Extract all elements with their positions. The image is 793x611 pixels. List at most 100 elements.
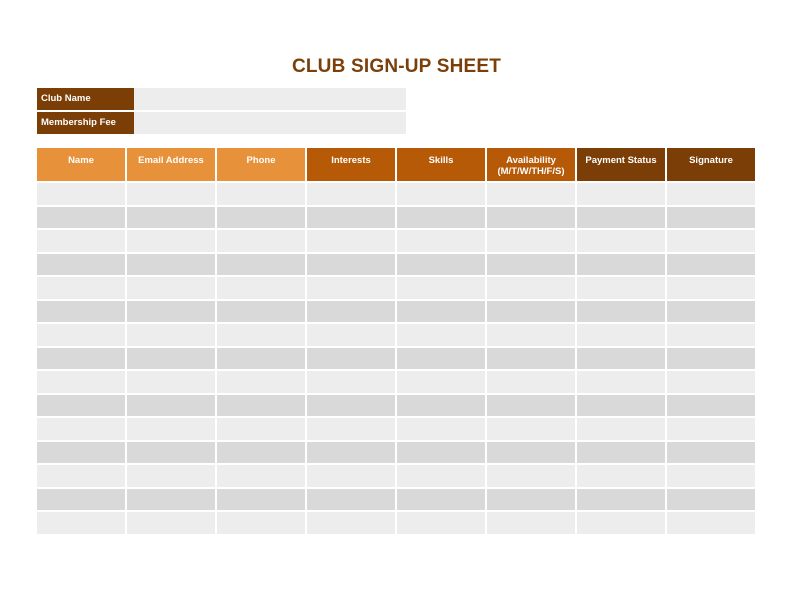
table-cell-availability[interactable] [487,183,575,205]
table-cell-email-address[interactable] [127,277,215,299]
table-cell-payment-status[interactable] [577,465,665,487]
table-cell-interests[interactable] [307,488,395,510]
table-cell-email-address[interactable] [127,441,215,463]
table-cell-email-address[interactable] [127,488,215,510]
table-cell-signature[interactable] [667,253,755,275]
table-cell-availability[interactable] [487,465,575,487]
table-cell-signature[interactable] [667,512,755,534]
table-cell-interests[interactable] [307,277,395,299]
table-cell-skills[interactable] [397,371,485,393]
table-cell-availability[interactable] [487,394,575,416]
table-cell-phone[interactable] [217,441,305,463]
table-cell-payment-status[interactable] [577,206,665,228]
table-cell-availability[interactable] [487,347,575,369]
table-cell-skills[interactable] [397,488,485,510]
table-cell-skills[interactable] [397,324,485,346]
membership-fee-field[interactable] [134,112,406,134]
table-cell-skills[interactable] [397,230,485,252]
table-cell-email-address[interactable] [127,394,215,416]
table-cell-availability[interactable] [487,488,575,510]
table-cell-payment-status[interactable] [577,230,665,252]
table-cell-interests[interactable] [307,253,395,275]
table-cell-email-address[interactable] [127,465,215,487]
table-cell-name[interactable] [37,441,125,463]
table-cell-availability[interactable] [487,206,575,228]
table-cell-skills[interactable] [397,183,485,205]
table-cell-payment-status[interactable] [577,300,665,322]
table-cell-phone[interactable] [217,183,305,205]
table-cell-signature[interactable] [667,371,755,393]
club-name-field[interactable] [134,88,406,110]
table-cell-signature[interactable] [667,206,755,228]
table-cell-availability[interactable] [487,230,575,252]
table-cell-interests[interactable] [307,465,395,487]
table-cell-availability[interactable] [487,277,575,299]
table-cell-skills[interactable] [397,206,485,228]
table-cell-interests[interactable] [307,324,395,346]
table-cell-email-address[interactable] [127,371,215,393]
table-cell-payment-status[interactable] [577,394,665,416]
table-cell-payment-status[interactable] [577,371,665,393]
table-cell-signature[interactable] [667,324,755,346]
table-cell-payment-status[interactable] [577,324,665,346]
table-cell-payment-status[interactable] [577,347,665,369]
table-cell-signature[interactable] [667,230,755,252]
table-cell-phone[interactable] [217,371,305,393]
table-cell-name[interactable] [37,324,125,346]
table-cell-payment-status[interactable] [577,512,665,534]
table-cell-payment-status[interactable] [577,253,665,275]
table-cell-phone[interactable] [217,465,305,487]
table-cell-payment-status[interactable] [577,183,665,205]
table-cell-skills[interactable] [397,512,485,534]
table-cell-name[interactable] [37,371,125,393]
table-cell-phone[interactable] [217,230,305,252]
table-cell-interests[interactable] [307,512,395,534]
table-cell-availability[interactable] [487,300,575,322]
table-cell-interests[interactable] [307,394,395,416]
table-cell-phone[interactable] [217,512,305,534]
table-cell-skills[interactable] [397,253,485,275]
table-cell-phone[interactable] [217,253,305,275]
table-cell-phone[interactable] [217,206,305,228]
table-cell-name[interactable] [37,206,125,228]
table-cell-interests[interactable] [307,347,395,369]
table-cell-skills[interactable] [397,465,485,487]
table-cell-interests[interactable] [307,371,395,393]
table-cell-availability[interactable] [487,512,575,534]
table-cell-email-address[interactable] [127,206,215,228]
table-cell-phone[interactable] [217,394,305,416]
table-cell-interests[interactable] [307,206,395,228]
table-cell-email-address[interactable] [127,230,215,252]
table-cell-signature[interactable] [667,465,755,487]
table-cell-phone[interactable] [217,300,305,322]
table-cell-skills[interactable] [397,441,485,463]
table-cell-name[interactable] [37,183,125,205]
table-cell-interests[interactable] [307,441,395,463]
table-cell-signature[interactable] [667,394,755,416]
table-cell-interests[interactable] [307,230,395,252]
table-cell-name[interactable] [37,465,125,487]
table-cell-payment-status[interactable] [577,488,665,510]
table-cell-signature[interactable] [667,277,755,299]
table-cell-phone[interactable] [217,277,305,299]
table-cell-phone[interactable] [217,324,305,346]
table-cell-name[interactable] [37,418,125,440]
table-cell-skills[interactable] [397,418,485,440]
table-cell-email-address[interactable] [127,347,215,369]
table-cell-name[interactable] [37,277,125,299]
table-cell-email-address[interactable] [127,183,215,205]
table-cell-signature[interactable] [667,488,755,510]
table-cell-name[interactable] [37,230,125,252]
table-cell-signature[interactable] [667,418,755,440]
table-cell-email-address[interactable] [127,300,215,322]
table-cell-signature[interactable] [667,441,755,463]
table-cell-skills[interactable] [397,300,485,322]
table-cell-phone[interactable] [217,418,305,440]
table-cell-payment-status[interactable] [577,277,665,299]
table-cell-skills[interactable] [397,347,485,369]
table-cell-availability[interactable] [487,324,575,346]
table-cell-signature[interactable] [667,347,755,369]
table-cell-email-address[interactable] [127,512,215,534]
table-cell-name[interactable] [37,394,125,416]
table-cell-interests[interactable] [307,183,395,205]
